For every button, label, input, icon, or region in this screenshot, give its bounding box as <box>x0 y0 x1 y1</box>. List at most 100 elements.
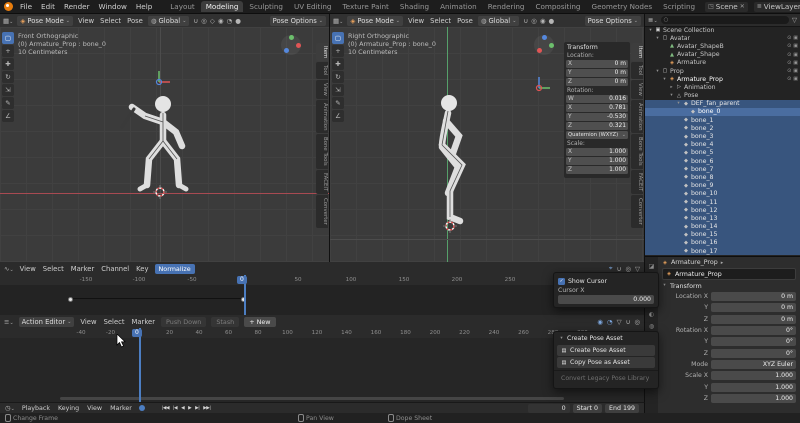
menu-select[interactable]: Select <box>103 318 126 326</box>
viewport-right[interactable]: ▦⌄ ◈ Pose Mode⌄ ViewSelectPose ◍ Global⌄… <box>330 14 645 262</box>
rotation-field[interactable]: W0.016 <box>566 95 628 103</box>
outliner-row[interactable]: ◆ bone_9 ⊙ ▣ <box>645 182 800 190</box>
popup-item-copy-pose-as-asset[interactable]: ▤ Copy Pose as Asset <box>557 357 655 368</box>
popup-item-create-pose-asset[interactable]: ▤ Create Pose Asset <box>557 345 655 356</box>
dope-canvas[interactable] <box>0 338 644 402</box>
menu-pose[interactable]: Pose <box>456 17 474 25</box>
graph-canvas[interactable] <box>0 285 644 315</box>
disable-in-render-icon[interactable]: ▣ <box>793 76 798 82</box>
menu-view[interactable]: View <box>86 405 103 412</box>
sidebar-tab-faceit[interactable]: FACEIT <box>631 170 643 194</box>
select-box-icon[interactable]: ▢ <box>2 32 14 44</box>
sidebar-tab-tool[interactable]: Tool <box>631 62 643 78</box>
tab-modeling[interactable]: Modeling <box>201 1 244 12</box>
tab-texture-paint[interactable]: Texture Paint <box>337 1 393 12</box>
scene-icon[interactable]: ◐ <box>646 309 658 319</box>
show-cursor-row[interactable]: ✓ Show Cursor <box>558 276 654 286</box>
menu-keying[interactable]: Keying <box>57 405 80 412</box>
annotate-icon[interactable]: ✎ <box>332 97 344 109</box>
menu-view[interactable]: View <box>77 17 95 25</box>
orientation-dropdown[interactable]: ◍ Global⌄ <box>148 16 190 26</box>
viewport-front-canvas[interactable]: ▢+✚↻⇲✎∠ Front Orthographic(0) Armature_P… <box>0 27 329 262</box>
orientation-dropdown[interactable]: ◍ Global⌄ <box>478 16 520 26</box>
rotation-mode-dropdown[interactable]: Quaternion (WXYZ)⌄ <box>566 131 628 139</box>
playhead-frame-tag[interactable]: 0 <box>132 329 142 338</box>
frame-start-field[interactable]: Start 0 <box>573 404 602 413</box>
menu-view[interactable]: View <box>407 17 425 25</box>
hide-in-viewport-icon[interactable]: ⊙ <box>787 76 791 82</box>
hide-in-viewport-icon[interactable]: ⊙ <box>787 60 791 66</box>
playhead[interactable] <box>139 328 141 402</box>
outliner-row[interactable]: ◆ bone_2 ⊙ ▣ <box>645 124 800 132</box>
outliner-row[interactable]: ◆ bone_6 ⊙ ▣ <box>645 157 800 165</box>
menu-marker[interactable]: Marker <box>109 405 133 412</box>
object-name-field[interactable]: ◈ Armature_Prop <box>662 268 796 280</box>
move-icon[interactable]: ✚ <box>332 58 344 70</box>
proportional-edit-icon[interactable]: ◎ <box>531 17 537 25</box>
horizontal-scrollbar[interactable] <box>60 397 564 400</box>
location-field[interactable]: Y0 m <box>566 69 628 77</box>
tab-rendering[interactable]: Rendering <box>483 1 530 12</box>
outliner-row[interactable]: ▾ ▢ Avatar ⊙ ▣ <box>645 34 800 42</box>
transform-gizmo[interactable] <box>526 75 552 101</box>
menu-file[interactable]: File <box>18 2 34 11</box>
viewport-shading-icon[interactable]: ● <box>235 17 241 25</box>
outliner-row[interactable]: ◆ bone_17 ⊙ ▣ <box>645 247 800 255</box>
cursor-icon[interactable]: + <box>2 45 14 57</box>
value-field[interactable]: 1.000 <box>711 394 796 403</box>
value-field[interactable]: 0 m <box>711 292 796 301</box>
scale-icon[interactable]: ⇲ <box>332 84 344 96</box>
tab-uv-editing[interactable]: UV Editing <box>289 1 337 12</box>
rotation-field[interactable]: Z0.321 <box>566 122 628 130</box>
new-action-button[interactable]: + New <box>244 317 275 327</box>
stash-button[interactable]: Stash <box>211 317 239 327</box>
value-field[interactable]: 0° <box>711 337 796 346</box>
proportional-edit-icon[interactable]: ◎ <box>201 17 207 25</box>
navigation-gizmo[interactable] <box>534 35 554 55</box>
disable-in-render-icon[interactable]: ▣ <box>793 60 798 66</box>
location-field[interactable]: Z0 m <box>566 78 628 86</box>
filter-icon[interactable]: ▽ <box>792 16 797 24</box>
frame-end-field[interactable]: End 199 <box>605 404 639 413</box>
outliner-row[interactable]: ▾ △ Pose ⊙ ▣ <box>645 92 800 100</box>
scale-field[interactable]: Y1.000 <box>566 157 628 165</box>
world-icon[interactable]: ◍ <box>646 321 658 331</box>
disable-in-render-icon[interactable]: ▣ <box>793 68 798 74</box>
show-gizmo-icon[interactable]: ◇ <box>210 17 215 25</box>
hide-in-viewport-icon[interactable]: ⊙ <box>787 35 791 41</box>
editor-type-icon[interactable]: ▦⌄ <box>333 17 343 25</box>
outliner-search-input[interactable]: ○ <box>661 16 789 24</box>
outliner-row[interactable]: ▲ Avatar_ShapeB ⊙ ▣ <box>645 42 800 50</box>
filter-icon[interactable]: ▽ <box>617 318 622 326</box>
keyframe[interactable] <box>68 297 73 302</box>
outliner-row[interactable]: ◆ bone_0 ⊙ ▣ <box>645 108 800 116</box>
outliner-row[interactable]: ▾ ▢ Prop ⊙ ▣ <box>645 67 800 75</box>
outliner-row[interactable]: ▲ Avatar_Shape ⊙ ▣ <box>645 51 800 59</box>
value-field[interactable]: XYZ Euler <box>711 360 796 369</box>
value-field[interactable]: 0 m <box>711 303 796 312</box>
tab-scripting[interactable]: Scripting <box>658 1 700 12</box>
outliner-row[interactable]: ◆ bone_12 ⊙ ▣ <box>645 206 800 214</box>
sidebar-tab-tool[interactable]: Tool <box>316 62 328 78</box>
outliner-row[interactable]: ◆ bone_7 ⊙ ▣ <box>645 165 800 173</box>
outliner-row[interactable]: ◆ bone_14 ⊙ ▣ <box>645 223 800 231</box>
tool-icon[interactable]: ◪ <box>646 261 658 271</box>
measure-icon[interactable]: ∠ <box>332 110 344 122</box>
outliner-row[interactable]: ▾ ◈ Armature_Prop ⊙ ▣ <box>645 75 800 83</box>
sidebar-tab-item[interactable]: Item <box>316 43 328 61</box>
menu-edit[interactable]: Edit <box>39 2 57 11</box>
annotate-icon[interactable]: ✎ <box>2 97 14 109</box>
scale-field[interactable]: X1.000 <box>566 148 628 156</box>
outliner-row[interactable]: ◈ Armature ⊙ ▣ <box>645 59 800 67</box>
mode-dropdown[interactable]: ◈ Pose Mode⌄ <box>347 16 403 26</box>
playhead-frame-tag[interactable]: 0 <box>237 276 247 285</box>
sidebar-tab-view[interactable]: View <box>631 80 643 99</box>
viewport-front[interactable]: ▦⌄ ◈ Pose Mode⌄ ViewSelectPose ◍ Global⌄… <box>0 14 330 262</box>
unlink-scene-icon[interactable]: ✕ <box>740 3 745 10</box>
sidebar-tab-converter[interactable]: Converter <box>631 195 643 228</box>
sidebar-tab-animation[interactable]: Animation <box>316 100 328 133</box>
transform-section-header[interactable]: ▾ Transform <box>658 280 800 291</box>
show-cursor-checkbox[interactable]: ✓ <box>558 278 565 285</box>
show-hidden-icon[interactable]: ◔ <box>607 318 613 326</box>
value-field[interactable]: 0 m <box>711 315 796 324</box>
